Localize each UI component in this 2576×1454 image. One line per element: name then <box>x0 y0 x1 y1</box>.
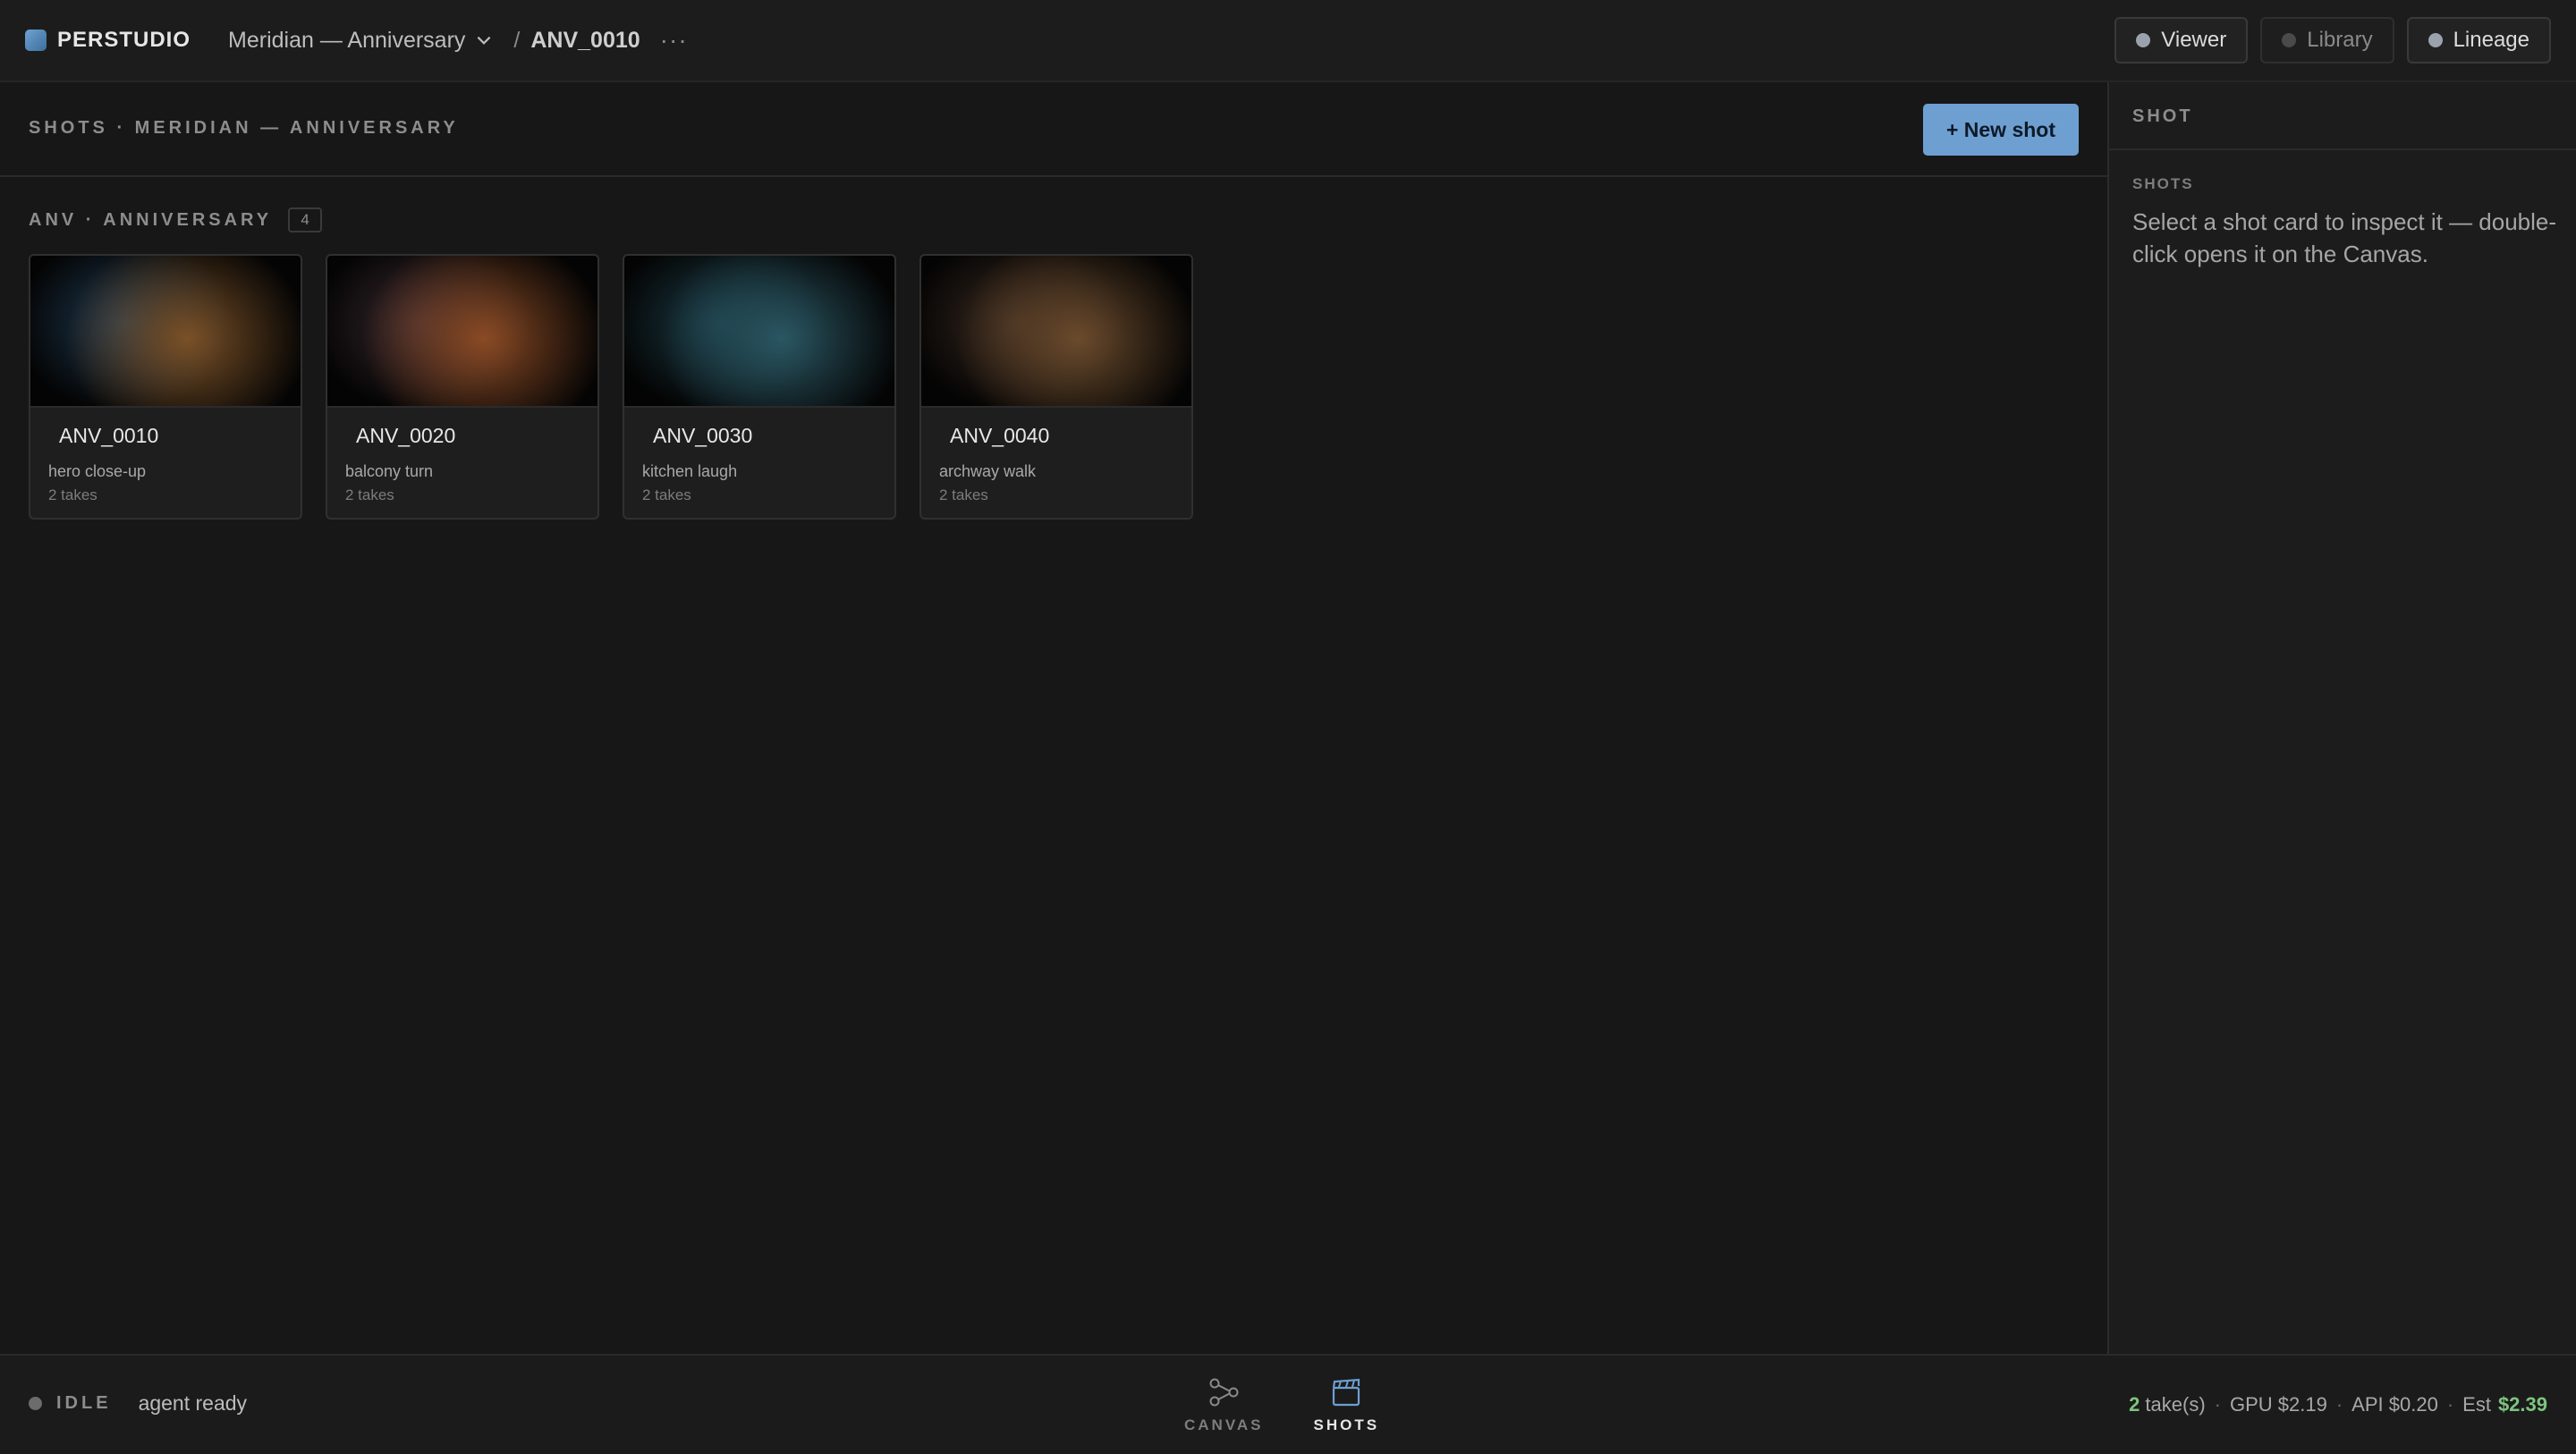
status-message: agent ready <box>138 1391 248 1415</box>
shot-id: ANV_0040 <box>950 424 1050 447</box>
shot-card-list: ANV_0010 hero close-up 2 takes ANV_0020 … <box>29 254 1193 520</box>
estimate-label: Est <box>2462 1393 2491 1416</box>
clapperboard-icon <box>1333 1378 1360 1407</box>
more-options-icon[interactable]: ··· <box>660 26 688 55</box>
brand[interactable]: PERSTUDIO <box>25 28 191 53</box>
shot-thumbnail <box>921 256 1191 408</box>
shot-description: archway walk <box>939 462 1037 480</box>
breadcrumb-separator: / <box>513 27 521 53</box>
view-switcher: CANVAS SHOTS <box>1184 1377 1379 1434</box>
toggle-lineage[interactable]: Lineage <box>2406 17 2551 63</box>
separator: · <box>2335 1393 2343 1416</box>
shot-thumbnail <box>327 256 597 408</box>
takes-label: take(s) <box>2145 1393 2206 1416</box>
status-dot-icon <box>2282 33 2297 47</box>
graph-icon <box>1209 1378 1239 1407</box>
shot-takes: 2 takes <box>48 486 97 503</box>
api-cost: API $0.20 <box>2351 1393 2438 1416</box>
takes-count: 2 <box>2129 1393 2140 1416</box>
toggle-viewer[interactable]: Viewer <box>2114 17 2249 63</box>
shot-thumbnail <box>30 256 301 408</box>
view-tab-label: CANVAS <box>1184 1416 1264 1433</box>
shot-card[interactable]: ANV_0020 balcony turn 2 takes <box>326 254 599 520</box>
group-label: ANV · ANNIVERSARY <box>29 209 273 230</box>
shot-card[interactable]: ANV_0010 hero close-up 2 takes <box>29 254 302 520</box>
estimate-value: $2.39 <box>2497 1393 2547 1416</box>
chevron-down-icon <box>478 36 491 45</box>
bottom-bar: IDLE agent ready CANVAS SHOTS 2 take(s) … <box>0 1354 2576 1454</box>
gpu-cost: GPU $2.19 <box>2230 1393 2327 1416</box>
status-dot-icon <box>2136 33 2151 47</box>
top-bar: PERSTUDIO Meridian — Anniversary / ANV_0… <box>0 0 2576 82</box>
page-title: SHOTS · MERIDIAN — ANNIVERSARY <box>29 118 459 138</box>
shot-takes: 2 takes <box>642 486 691 503</box>
shot-id: ANV_0010 <box>59 424 159 447</box>
separator: · <box>2446 1393 2454 1416</box>
shot-card[interactable]: ANV_0040 archway walk 2 takes <box>919 254 1193 520</box>
toggle-label: Viewer <box>2161 28 2227 52</box>
inspector-panel: SHOT SHOTS Select a shot card to inspect… <box>2107 82 2576 1354</box>
breadcrumb: Meridian — Anniversary / ANV_0010 ··· <box>228 26 688 55</box>
shot-id: ANV_0020 <box>356 424 456 447</box>
toggle-label: Library <box>2307 28 2373 52</box>
shot-takes: 2 takes <box>939 486 988 503</box>
app-logo-icon <box>25 30 47 51</box>
shot-id: ANV_0030 <box>653 424 753 447</box>
app-name: PERSTUDIO <box>57 28 191 52</box>
shot-group-header: ANV · ANNIVERSARY 4 <box>29 207 323 232</box>
status-dot-icon <box>2428 33 2443 47</box>
new-shot-button[interactable]: + New shot <box>1922 104 2079 156</box>
toggle-library[interactable]: Library <box>2260 17 2394 63</box>
project-name: Meridian — Anniversary <box>228 27 466 53</box>
shot-description: kitchen laugh <box>642 462 738 480</box>
inspector-title: SHOT <box>2132 106 2193 126</box>
toggle-label: Lineage <box>2453 28 2529 52</box>
inspector-hint: Select a shot card to inspect it — doubl… <box>2132 208 2557 267</box>
shots-header: SHOTS · MERIDIAN — ANNIVERSARY + New sho… <box>0 82 2107 177</box>
agent-status: IDLE agent ready <box>29 1391 247 1416</box>
inspector-header: SHOT <box>2109 82 2576 150</box>
group-count-badge: 4 <box>288 207 323 232</box>
shot-description: hero close-up <box>48 462 147 480</box>
status-state: IDLE <box>56 1393 112 1413</box>
cost-summary: 2 take(s) · GPU $2.19 · API $0.20 · Est … <box>2129 1393 2547 1416</box>
shot-card[interactable]: ANV_0030 kitchen laugh 2 takes <box>623 254 896 520</box>
status-dot-icon <box>29 1397 42 1410</box>
breadcrumb-shot[interactable]: ANV_0010 <box>530 28 640 54</box>
view-tab-shots[interactable]: SHOTS <box>1314 1377 1380 1434</box>
panel-toggles: Viewer Library Lineage <box>2114 17 2551 63</box>
inspector-section-label: SHOTS <box>2132 175 2194 192</box>
view-tab-label: SHOTS <box>1313 1416 1380 1433</box>
separator: · <box>2214 1393 2221 1416</box>
shot-thumbnail <box>624 256 894 408</box>
shot-takes: 2 takes <box>345 486 394 503</box>
project-switcher[interactable]: Meridian — Anniversary <box>228 28 494 54</box>
view-tab-canvas[interactable]: CANVAS <box>1184 1377 1264 1434</box>
shot-description: balcony turn <box>345 462 434 480</box>
shots-board: SHOTS · MERIDIAN — ANNIVERSARY + New sho… <box>0 82 2107 1354</box>
